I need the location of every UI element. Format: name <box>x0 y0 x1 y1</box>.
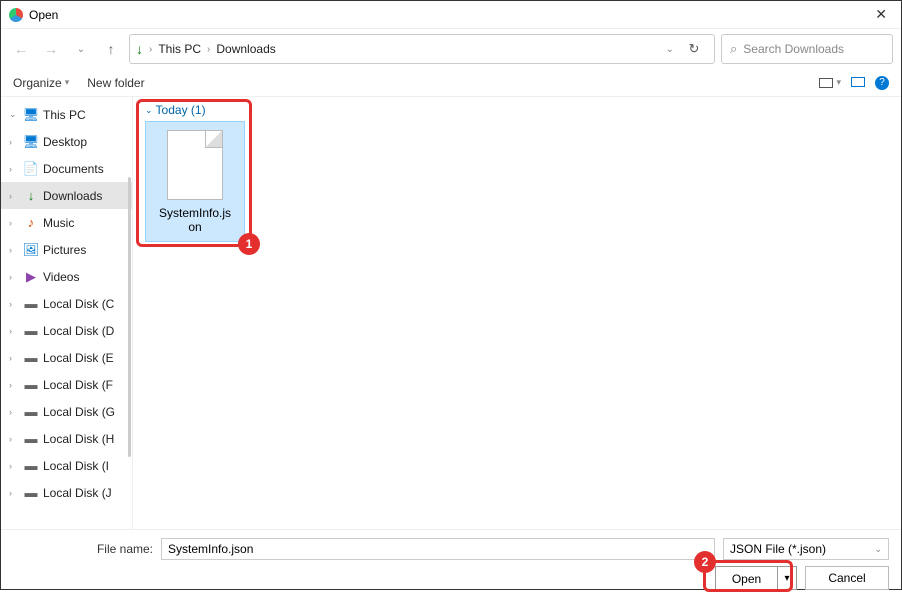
sidebar-item-local-disk[interactable]: › ▬ Local Disk (F <box>1 371 132 398</box>
file-icon <box>167 130 223 200</box>
chevron-down-icon: ▾ <box>836 77 841 88</box>
chevron-right-icon: › <box>9 191 19 201</box>
disk-icon: ▬ <box>24 405 38 419</box>
view-icon <box>819 78 833 88</box>
chevron-right-icon: › <box>149 44 152 55</box>
window-title: Open <box>29 8 58 22</box>
sidebar-item-this-pc[interactable]: ⌄ 🖥 This PC <box>1 101 132 128</box>
chevron-right-icon: › <box>9 299 19 309</box>
address-dropdown[interactable]: ⌄ <box>666 44 674 55</box>
disk-icon: ▬ <box>24 486 38 500</box>
search-icon: ⌕ <box>730 41 737 57</box>
videos-icon: ▶ <box>24 270 38 284</box>
pictures-icon: 🖼 <box>24 243 38 257</box>
file-label: SystemInfo.js on <box>150 206 240 235</box>
breadcrumb-this-pc[interactable]: This PC <box>158 42 201 56</box>
chevron-down-icon: ▾ <box>65 77 70 88</box>
breadcrumb-downloads[interactable]: Downloads <box>216 42 275 56</box>
sidebar-item-local-disk[interactable]: › ▬ Local Disk (C <box>1 290 132 317</box>
sidebar-item-videos[interactable]: › ▶ Videos <box>1 263 132 290</box>
app-icon <box>9 8 23 22</box>
disk-icon: ▬ <box>24 351 38 365</box>
toolbar-left: Organize ▾ New folder <box>13 76 145 90</box>
sidebar-item-local-disk[interactable]: › ▬ Local Disk (H <box>1 425 132 452</box>
up-button[interactable]: ↑ <box>99 37 123 61</box>
chevron-right-icon: › <box>207 44 210 55</box>
close-icon[interactable]: ✕ <box>869 6 893 23</box>
organize-button[interactable]: Organize ▾ <box>13 76 69 90</box>
chevron-right-icon: › <box>9 380 19 390</box>
desktop-icon: 🖥 <box>24 135 38 149</box>
search-input[interactable]: ⌕ Search Downloads <box>721 34 893 64</box>
chevron-down-icon: ⌄ <box>874 544 882 555</box>
chevron-right-icon: › <box>9 353 19 363</box>
bottom-bar: File name: JSON File (*.json) ⌄ Open ▾ C… <box>1 529 901 598</box>
chevron-right-icon: › <box>9 434 19 444</box>
disk-icon: ▬ <box>24 297 38 311</box>
sidebar-item-local-disk[interactable]: › ▬ Local Disk (D <box>1 317 132 344</box>
filetype-dropdown[interactable]: JSON File (*.json) ⌄ <box>723 538 889 560</box>
address-bar[interactable]: ↓ › This PC › Downloads ⌄ ↻ <box>129 34 715 64</box>
sidebar-item-local-disk[interactable]: › ▬ Local Disk (J <box>1 479 132 506</box>
disk-icon: ▬ <box>24 432 38 446</box>
forward-button[interactable]: → <box>39 37 63 61</box>
pc-icon: 🖥 <box>24 108 38 122</box>
sidebar-item-pictures[interactable]: › 🖼 Pictures <box>1 236 132 263</box>
main-area: ⌄ 🖥 This PC › 🖥 Desktop › 📄 Documents › … <box>1 97 901 529</box>
chevron-right-icon: › <box>9 488 19 498</box>
chevron-right-icon: › <box>9 272 19 282</box>
filename-label: File name: <box>13 542 153 556</box>
sidebar-item-downloads[interactable]: › ↓ Downloads <box>1 182 132 209</box>
open-dropdown[interactable]: ▾ <box>778 567 796 589</box>
preview-icon <box>851 77 865 87</box>
sidebar-item-desktop[interactable]: › 🖥 Desktop <box>1 128 132 155</box>
history-dropdown[interactable]: ⌄ <box>69 37 93 61</box>
sidebar-item-documents[interactable]: › 📄 Documents <box>1 155 132 182</box>
group-header-today[interactable]: ⌄ Today (1) <box>139 103 895 117</box>
title-bar-left: Open <box>9 8 58 22</box>
refresh-button[interactable]: ↻ <box>680 41 708 57</box>
disk-icon: ▬ <box>24 459 38 473</box>
file-list[interactable]: ⌄ Today (1) SystemInfo.js on 1 <box>133 97 901 529</box>
downloads-folder-icon: ↓ <box>136 41 143 57</box>
preview-pane-button[interactable] <box>851 76 865 90</box>
toolbar-right: ▾ ? <box>819 76 889 90</box>
open-button[interactable]: Open <box>716 567 778 591</box>
sidebar-item-local-disk[interactable]: › ▬ Local Disk (I <box>1 452 132 479</box>
disk-icon: ▬ <box>24 324 38 338</box>
downloads-icon: ↓ <box>24 189 38 203</box>
disk-icon: ▬ <box>24 378 38 392</box>
view-button[interactable]: ▾ <box>819 77 841 88</box>
toolbar: Organize ▾ New folder ▾ ? <box>1 69 901 97</box>
back-button[interactable]: ← <box>9 37 33 61</box>
chevron-right-icon: › <box>9 326 19 336</box>
nav-bar: ← → ⌄ ↑ ↓ › This PC › Downloads ⌄ ↻ ⌕ Se… <box>1 29 901 69</box>
chevron-down-icon: ⌄ <box>145 105 153 116</box>
new-folder-button[interactable]: New folder <box>87 76 144 90</box>
chevron-right-icon: › <box>9 218 19 228</box>
documents-icon: 📄 <box>24 162 38 176</box>
chevron-right-icon: › <box>9 137 19 147</box>
chevron-down-icon: ⌄ <box>9 109 19 120</box>
chevron-right-icon: › <box>9 245 19 255</box>
music-icon: ♪ <box>24 216 38 230</box>
sidebar-item-local-disk[interactable]: › ▬ Local Disk (G <box>1 398 132 425</box>
sidebar-item-music[interactable]: › ♪ Music <box>1 209 132 236</box>
chevron-right-icon: › <box>9 461 19 471</box>
navigation-pane[interactable]: ⌄ 🖥 This PC › 🖥 Desktop › 📄 Documents › … <box>1 97 133 529</box>
filename-input[interactable] <box>161 538 715 560</box>
chevron-right-icon: › <box>9 407 19 417</box>
chevron-right-icon: › <box>9 164 19 174</box>
help-icon[interactable]: ? <box>875 76 889 90</box>
search-placeholder: Search Downloads <box>743 42 844 56</box>
file-item-systeminfo[interactable]: SystemInfo.js on <box>145 121 245 242</box>
sidebar-item-local-disk[interactable]: › ▬ Local Disk (E <box>1 344 132 371</box>
open-button-wrap: Open ▾ <box>715 566 797 590</box>
title-bar: Open ✕ <box>1 1 901 29</box>
cancel-button[interactable]: Cancel <box>805 566 889 590</box>
